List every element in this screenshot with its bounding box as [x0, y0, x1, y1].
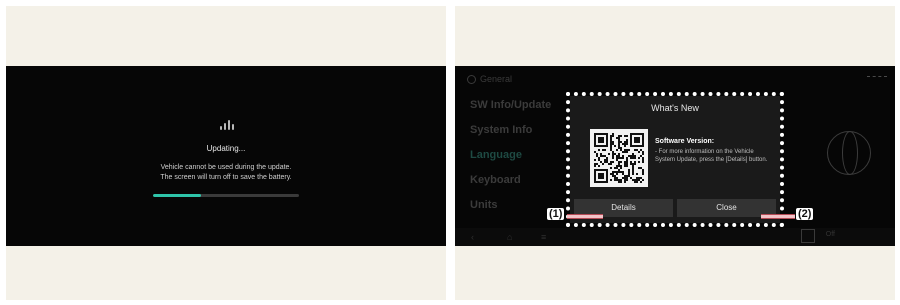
software-version-description: - For more information on the Vehicle Sy…: [655, 149, 768, 163]
loading-icon: [220, 120, 234, 130]
software-version-heading: Software Version:: [655, 138, 715, 145]
update-progress-fill: [153, 194, 202, 197]
update-screen: Updating... Vehicle cannot be used durin…: [6, 66, 446, 246]
callout-2-line: [761, 214, 795, 219]
home-icon[interactable]: ⌂: [507, 232, 512, 242]
update-progress-bar: [153, 194, 299, 197]
left-illustration-panel: Updating... Vehicle cannot be used durin…: [6, 6, 446, 300]
settings-header-label: General: [480, 74, 513, 84]
settings-screen: General SW Info/Update System Info Languag…: [455, 66, 895, 246]
update-message-line2: The screen will turn off to save the bat…: [160, 174, 292, 181]
toggle-label: Off: [825, 231, 835, 238]
update-message-line1: Vehicle cannot be used during the update…: [160, 164, 292, 171]
globe-icon: [827, 131, 871, 175]
qr-code: [590, 129, 648, 187]
search-icon: [467, 74, 476, 84]
settings-menu-item[interactable]: Units: [470, 199, 498, 211]
callout-1-line: [567, 214, 603, 219]
settings-menu-item[interactable]: Keyboard: [470, 174, 521, 186]
right-illustration-panel: General SW Info/Update System Info Languag…: [455, 6, 895, 300]
settings-menu-item[interactable]: Language: [470, 149, 522, 161]
settings-menu-item[interactable]: System Info: [470, 124, 532, 136]
back-icon[interactable]: ‹: [471, 232, 474, 242]
whats-new-popup: What's New Software Version: - For more …: [566, 92, 784, 227]
divider: [867, 76, 887, 77]
callout-1-label: (1): [547, 208, 565, 220]
callout-2-label: (2): [796, 208, 814, 220]
popup-title: What's New: [651, 103, 699, 113]
update-title: Updating...: [206, 144, 246, 153]
menu-icon[interactable]: ≡: [541, 232, 546, 242]
settings-menu-item[interactable]: SW Info/Update: [470, 99, 551, 111]
toggle-checkbox[interactable]: [801, 229, 815, 243]
settings-header: General: [467, 74, 512, 84]
